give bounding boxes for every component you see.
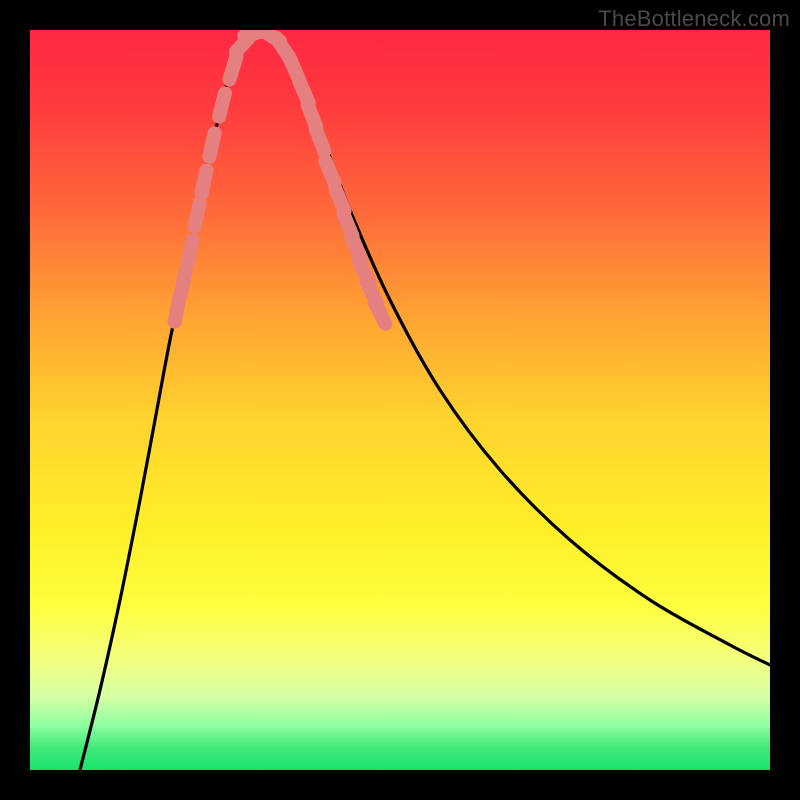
highlight-marker	[325, 161, 334, 183]
bottleneck-curve-path	[80, 33, 770, 770]
highlight-marker-group	[175, 30, 386, 324]
highlight-marker	[195, 203, 200, 227]
watermark-text: TheBottleneck.com	[598, 6, 790, 32]
highlight-marker	[187, 240, 192, 263]
highlight-marker	[209, 133, 214, 156]
curve-svg	[30, 30, 770, 770]
highlight-marker	[229, 57, 236, 80]
chart-frame: TheBottleneck.com	[0, 0, 800, 800]
highlight-marker	[316, 129, 325, 151]
highlight-marker	[201, 170, 206, 193]
plot-area	[30, 30, 770, 770]
highlight-marker	[180, 271, 185, 294]
highlight-marker	[375, 302, 386, 323]
highlight-marker	[175, 298, 180, 322]
highlight-marker	[219, 93, 225, 116]
